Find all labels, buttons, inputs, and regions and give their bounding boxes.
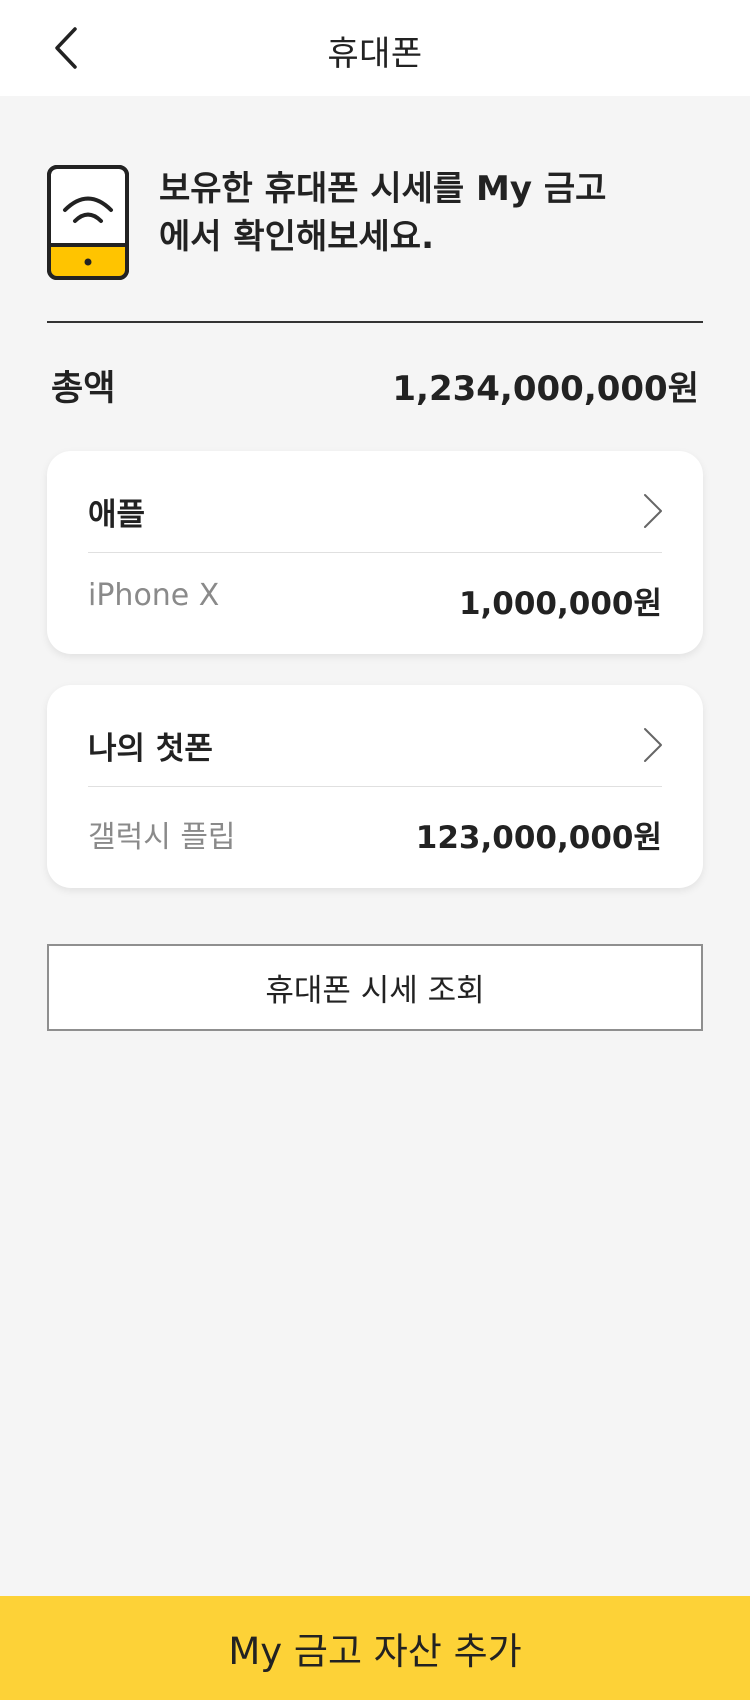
price-lookup-button[interactable]: 휴대폰 시세 조회 xyxy=(47,944,703,1031)
section-divider xyxy=(47,321,703,323)
chevron-right-icon xyxy=(644,494,662,528)
phone-card[interactable]: 애플 iPhone X 1,000,000원 xyxy=(47,451,703,654)
chevron-right-icon xyxy=(644,728,662,762)
intro-text: 보유한 휴대폰 시세를 My 금고 에서 확인해보세요. xyxy=(159,169,607,257)
phone-card-title: 애플 xyxy=(88,497,146,533)
phone-card[interactable]: 나의 첫폰 갤럭시 플립 123,000,000원 xyxy=(47,685,703,888)
page-title: 휴대폰 xyxy=(327,34,423,74)
phone-model: iPhone X xyxy=(88,578,220,613)
total-label: 총액 xyxy=(51,368,116,409)
total-value: 1,234,000,000원 xyxy=(392,368,699,409)
phone-price: 1,000,000원 xyxy=(458,586,662,622)
total-row: 총액 1,234,000,000원 xyxy=(51,360,699,410)
card-divider xyxy=(88,786,662,787)
card-divider xyxy=(88,552,662,553)
phone-card-title: 나의 첫폰 xyxy=(88,731,213,767)
header-bar: 휴대폰 xyxy=(0,0,750,96)
phone-model: 갤럭시 플립 xyxy=(88,820,236,855)
phone-wifi-icon xyxy=(47,165,129,280)
phone-price: 123,000,000원 xyxy=(415,820,662,856)
add-asset-button[interactable]: My 금고 자산 추가 xyxy=(0,1596,750,1700)
intro-banner: 보유한 휴대폰 시세를 My 금고 에서 확인해보세요. xyxy=(47,165,703,285)
